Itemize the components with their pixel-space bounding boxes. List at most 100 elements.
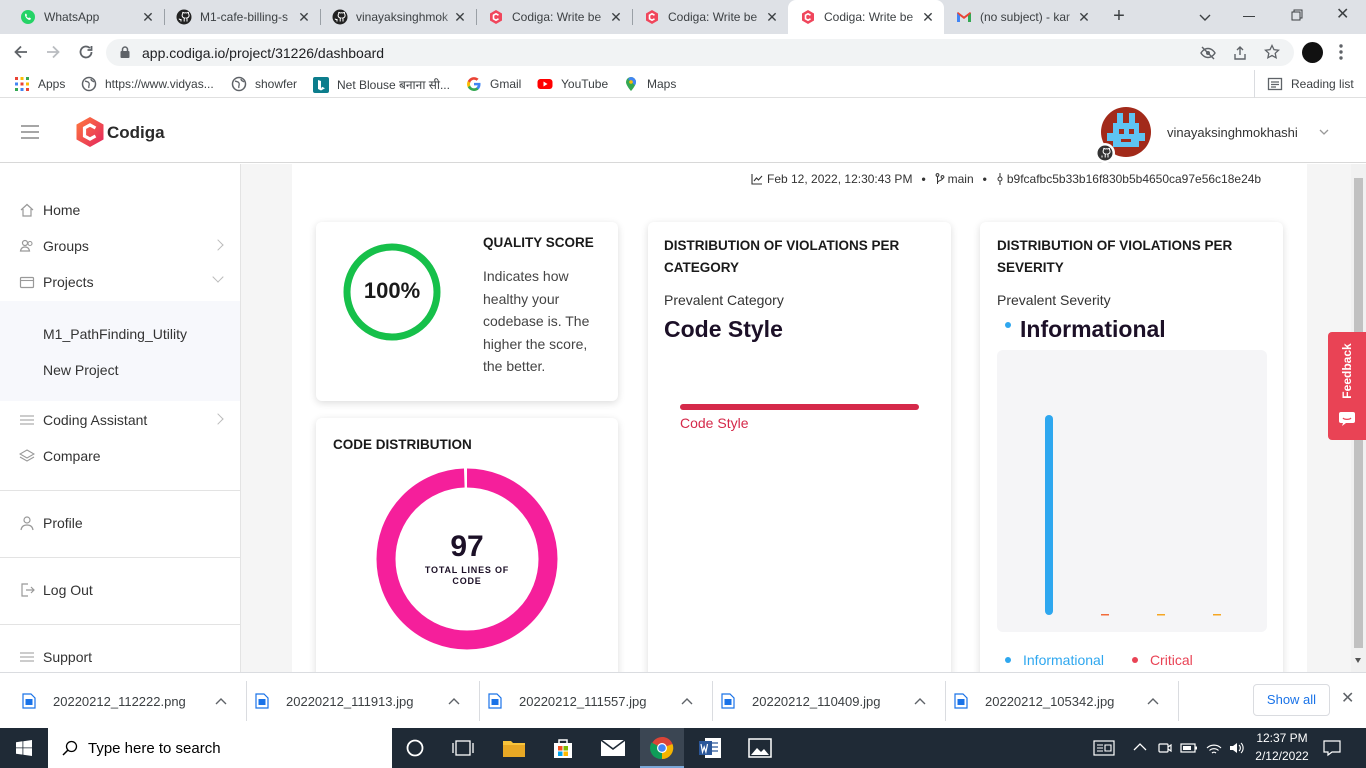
eye-off-icon[interactable]: [1200, 45, 1216, 61]
tab-gmail[interactable]: (no subject) - kar ✕: [944, 0, 1100, 34]
username[interactable]: vinayaksinghmokhashi: [1167, 125, 1298, 140]
address-bar[interactable]: app.codiga.io/project/31226/dashboard: [106, 39, 1294, 66]
bookmark-youtube[interactable]: YouTube: [537, 76, 608, 92]
tab-search-icon[interactable]: [1197, 9, 1213, 25]
download-item[interactable]: 20220212_110409.jpg: [717, 673, 946, 729]
mail-icon[interactable]: [600, 738, 626, 758]
forward-icon[interactable]: [44, 43, 62, 61]
sidebar-item-projects[interactable]: Projects: [0, 264, 240, 300]
bookmark-gmail[interactable]: Gmail: [466, 76, 521, 92]
reading-list-button[interactable]: Reading list: [1267, 76, 1354, 92]
sidebar-item-new-project[interactable]: New Project: [0, 352, 240, 388]
chevron-up-icon[interactable]: [1147, 697, 1159, 705]
prevalent-severity-value: Informational: [1020, 316, 1166, 342]
task-view-icon[interactable]: [452, 738, 474, 758]
download-item[interactable]: 20220212_111913.jpg: [251, 673, 480, 729]
show-all-button[interactable]: Show all: [1253, 684, 1330, 716]
category-bar-label[interactable]: Code Style: [680, 415, 748, 431]
clock-time[interactable]: 12:37 PM: [1252, 731, 1312, 745]
close-tab-icon[interactable]: ✕: [920, 9, 936, 25]
severity-bar[interactable]: [1045, 415, 1053, 615]
tab-github-cafe[interactable]: M1-cafe-billing-s ✕: [164, 0, 321, 34]
category-bar-fill[interactable]: [680, 404, 919, 410]
branch-icon: [935, 173, 945, 184]
tab-github-profile[interactable]: vinayaksinghmok ✕: [320, 0, 477, 34]
bookmark-net-blouse[interactable]: Net Blouse बनाना सी...: [313, 76, 450, 93]
sidebar-item-home[interactable]: Home: [0, 192, 240, 228]
chevron-down-icon[interactable]: [1319, 127, 1329, 137]
brand-name[interactable]: Codiga: [107, 123, 165, 143]
chevron-up-icon[interactable]: [1133, 742, 1147, 752]
severity-bar[interactable]: [1101, 614, 1109, 616]
hamburger-menu-icon[interactable]: [21, 125, 39, 139]
severity-bar[interactable]: [1157, 614, 1165, 616]
photos-icon[interactable]: [748, 738, 772, 758]
close-tab-icon[interactable]: ✕: [1076, 9, 1092, 25]
chrome-taskbar-button[interactable]: [640, 728, 684, 768]
chevron-up-icon[interactable]: [215, 697, 227, 705]
restore-icon[interactable]: [1291, 9, 1303, 21]
close-tab-icon[interactable]: ✕: [296, 9, 312, 25]
close-downloads-icon[interactable]: ✕: [1341, 691, 1355, 707]
new-tab-button[interactable]: +: [1108, 6, 1130, 28]
taskbar-search-input[interactable]: Type here to search: [48, 728, 392, 768]
bookmark-apps[interactable]: Apps: [14, 76, 65, 92]
close-tab-icon[interactable]: ✕: [764, 9, 780, 25]
wifi-icon[interactable]: [1206, 740, 1222, 756]
codiga-logo-icon[interactable]: [75, 116, 105, 148]
meet-now-icon[interactable]: [1158, 740, 1172, 756]
close-tab-icon[interactable]: ✕: [608, 9, 624, 25]
cortana-icon[interactable]: [404, 737, 426, 759]
bookmark-star-icon[interactable]: [1264, 44, 1280, 60]
image-file-icon: [22, 693, 36, 709]
bookmark-vidyas[interactable]: https://www.vidyas...: [81, 76, 214, 92]
sidebar-item-compare[interactable]: Compare: [0, 438, 240, 474]
tab-whatsapp[interactable]: WhatsApp ✕: [8, 0, 165, 34]
download-item[interactable]: 20220212_105342.jpg: [950, 673, 1179, 729]
download-item[interactable]: 20220212_111557.jpg: [484, 673, 713, 729]
sidebar-item-project[interactable]: M1_PathFinding_Utility: [0, 316, 240, 352]
logout-icon: [21, 583, 35, 597]
tab-codiga-1[interactable]: Codiga: Write be ✕: [476, 0, 633, 34]
file-explorer-icon[interactable]: [502, 737, 526, 759]
back-icon[interactable]: [12, 43, 30, 61]
sidebar-item-groups[interactable]: Groups: [0, 228, 240, 264]
download-item[interactable]: 20220212_112222.png: [18, 673, 247, 729]
commit-hash[interactable]: b9fcafbc5b33b16f830b5b4650ca97e56c18e24b: [1007, 172, 1261, 186]
battery-icon[interactable]: [1180, 741, 1198, 755]
store-icon[interactable]: [551, 736, 575, 760]
lock-icon[interactable]: [118, 45, 132, 59]
severity-bar[interactable]: [1213, 614, 1221, 616]
chevron-up-icon[interactable]: [681, 697, 693, 705]
branch-name[interactable]: main: [948, 172, 974, 186]
minimize-icon[interactable]: [1243, 16, 1255, 17]
bookmark-showfer[interactable]: showfer: [231, 76, 297, 92]
profile-avatar-icon[interactable]: [1302, 42, 1323, 63]
bookmark-maps[interactable]: Maps: [623, 76, 676, 92]
sidebar-item-logout[interactable]: Log Out: [0, 572, 240, 608]
notification-icon[interactable]: [1323, 739, 1341, 757]
volume-icon[interactable]: [1229, 740, 1245, 756]
share-icon[interactable]: [1232, 45, 1248, 61]
feedback-button[interactable]: Feedback: [1328, 332, 1366, 440]
word-icon[interactable]: [698, 737, 722, 759]
close-tab-icon[interactable]: ✕: [452, 9, 468, 25]
chevron-up-icon[interactable]: [448, 697, 460, 705]
scroll-down-arrow-icon[interactable]: [1355, 658, 1361, 663]
chevron-up-icon[interactable]: [914, 697, 926, 705]
sidebar-item-support[interactable]: Support: [0, 639, 240, 675]
news-icon[interactable]: [1093, 740, 1115, 756]
tab-codiga-2[interactable]: Codiga: Write be ✕: [632, 0, 788, 34]
more-menu-icon[interactable]: [1339, 43, 1343, 61]
sidebar-item-coding-assistant[interactable]: Coding Assistant: [0, 402, 240, 438]
close-window-icon[interactable]: ✕: [1336, 7, 1352, 23]
codiga-icon: [802, 10, 814, 24]
tab-codiga-active[interactable]: Codiga: Write be ✕: [788, 0, 944, 34]
close-tab-icon[interactable]: ✕: [140, 9, 156, 25]
start-button[interactable]: [0, 728, 48, 768]
legend-critical[interactable]: Critical: [1150, 652, 1193, 668]
clock-date[interactable]: 2/12/2022: [1252, 749, 1312, 763]
sidebar-item-profile[interactable]: Profile: [0, 505, 240, 541]
legend-informational[interactable]: Informational: [1023, 652, 1104, 668]
reload-icon[interactable]: [77, 43, 95, 61]
